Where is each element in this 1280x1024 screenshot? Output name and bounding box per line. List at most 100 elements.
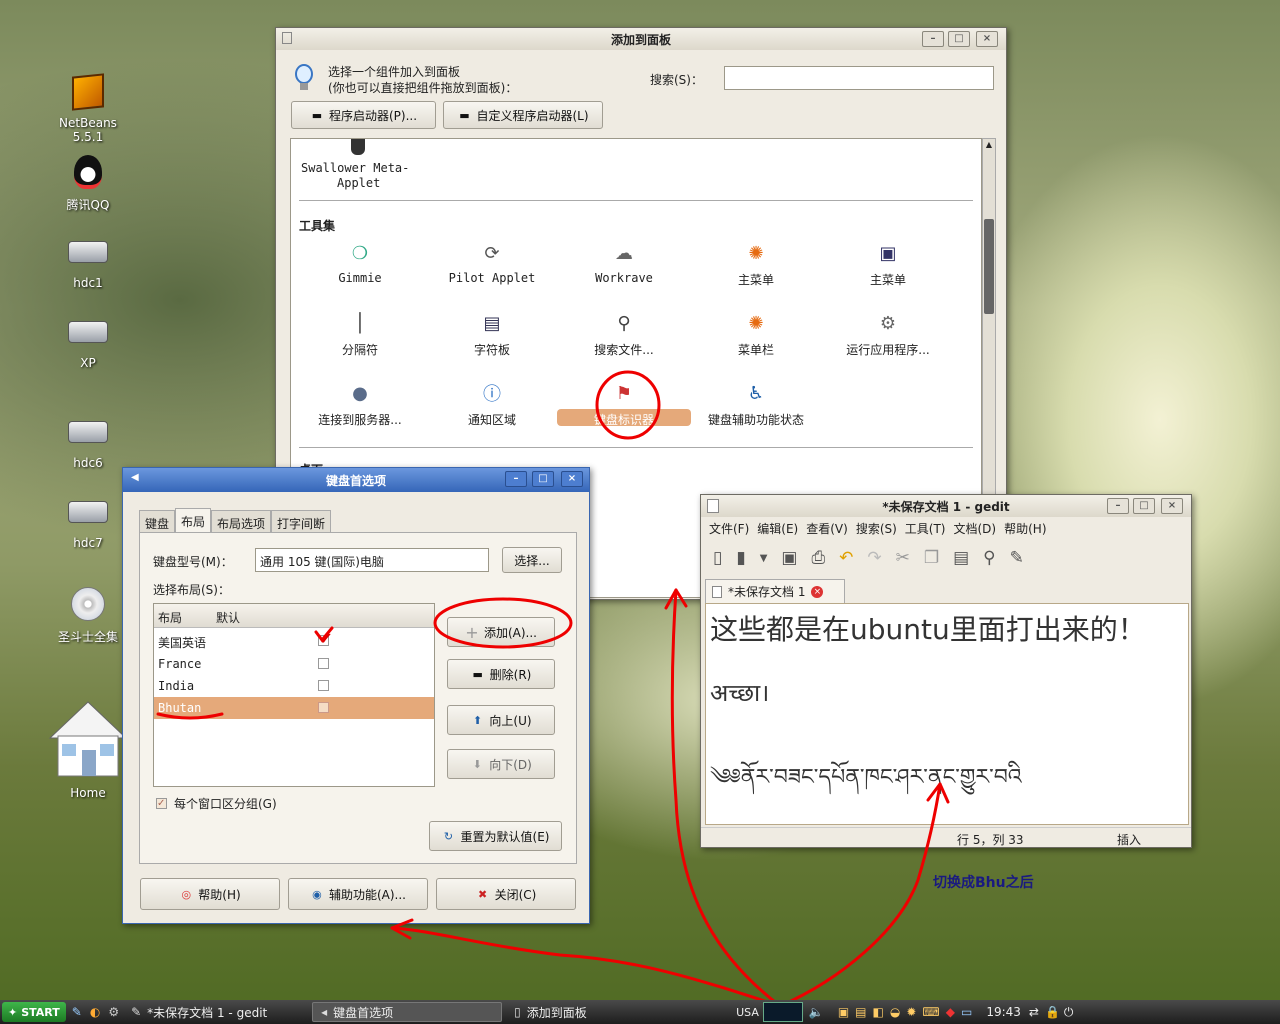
volume-icon[interactable]: 🔈 [809,1005,824,1019]
tool-separator[interactable]: │ 分隔符 [295,309,425,358]
tab-layout[interactable]: 布局 [175,508,212,532]
launcher-editor-icon[interactable]: ✎ [72,1005,82,1019]
replace-icon[interactable]: ✎ [1010,548,1024,568]
tool-workrave[interactable]: ☁ Workrave [559,239,689,286]
tool-notification-area[interactable]: ⓘ 通知区域 [427,379,557,428]
desktop-icon-netbeans[interactable]: NetBeans 5.5.1 [43,72,133,144]
tool-charpick[interactable]: ▤ 字符板 [427,309,557,358]
col-default-header[interactable]: 默认 [216,609,240,626]
document-tab[interactable]: *未保存文档 1 × [705,579,845,603]
tab-keyboard[interactable]: 键盘 [139,510,176,532]
model-field[interactable]: 通用 105 键(国际)电脑 [255,548,489,572]
close-tab-icon[interactable]: × [811,585,824,598]
menu-file[interactable]: 文件(F) [707,517,755,539]
table-row[interactable]: 美国英语 ✔ [154,630,434,652]
tool-main-menu[interactable]: ✺ 主菜单 [691,239,821,288]
default-checkbox[interactable] [318,658,329,669]
swallower-label-1[interactable]: Swallower Meta- [301,161,409,175]
redo-icon[interactable]: ↷ [867,548,881,568]
open-document-icon[interactable]: ▮ [736,548,745,568]
close-button[interactable]: × [561,471,583,487]
tray-folder-icon[interactable]: ▤ [855,1005,866,1019]
desktop-icon-hdc1[interactable]: hdc1 [43,232,133,290]
scroll-up-icon[interactable]: ▲ [984,140,994,152]
app-launcher-button[interactable]: ▬ 程序启动器(P)... [291,101,436,129]
maximize-button[interactable]: □ [948,31,970,47]
add-layout-button[interactable]: + 添加(A)... [447,617,555,647]
tool-run-app[interactable]: ⚙ 运行应用程序... [823,309,953,358]
start-button[interactable]: ✦ START [2,1002,66,1022]
paste-icon[interactable]: ▤ [953,548,969,568]
tray-computer-icon[interactable]: ▭ [961,1005,972,1019]
close-button[interactable]: × [976,31,998,47]
layouts-table[interactable]: 布局 默认 美国英语 ✔ France India Bhutan [153,603,435,787]
text-editor[interactable]: 这些都是在ubuntu里面打出来的！ अच्छा। ༄༅ནོར་བཟང་དཔོན… [705,603,1189,825]
menu-view[interactable]: 查看(V) [804,517,854,539]
tab-typing-break[interactable]: 打字间断 [271,510,332,532]
cut-icon[interactable]: ✂ [896,548,910,568]
task-keyboard-prefs[interactable]: ◂ 键盘首选项 [312,1002,503,1022]
menu-search[interactable]: 搜索(S) [854,517,903,539]
window-menu-icon[interactable] [282,32,292,44]
table-row-selected[interactable]: Bhutan [154,697,434,719]
find-icon[interactable]: ⚲ [983,548,995,568]
tool-main-menu-2[interactable]: ▣ 主菜单 [823,239,953,288]
keyboard-prefs-titlebar[interactable]: ◀ 键盘首选项 – □ × [123,468,589,492]
shutdown-icon[interactable]: ⏻ [1064,1005,1074,1020]
launcher-settings-icon[interactable]: ⚙ [108,1005,119,1019]
tool-keyboard-accessibility[interactable]: ♿ 键盘辅助功能状态 [691,379,821,428]
task-gedit[interactable]: ✎ *未保存文档 1 - gedit [123,1002,308,1022]
move-up-button[interactable]: ⬆ 向上(U) [447,705,555,735]
col-layout-header[interactable]: 布局 [158,609,182,626]
tool-menubar[interactable]: ✺ 菜单栏 [691,309,821,358]
applet-list-scrollbar[interactable]: ▲ [982,138,996,508]
undo-icon[interactable]: ↶ [839,548,853,568]
new-document-icon[interactable]: ▯ [713,548,722,568]
tray-star-icon[interactable]: ✹ [906,1005,916,1019]
desktop-icon-xp[interactable]: XP [43,312,133,370]
save-icon[interactable]: ▣ [781,548,797,568]
tray-ruby-icon[interactable]: ◆ [946,1005,955,1019]
copy-icon[interactable]: ❐ [924,548,939,568]
menu-help[interactable]: 帮助(H) [1002,517,1052,539]
tray-keyboard-icon[interactable]: ⌨ [922,1005,939,1019]
desktop-icon-hdc7[interactable]: hdc7 [43,492,133,550]
close-button[interactable]: × [1161,498,1183,514]
tray-app-icon[interactable]: ▣ [838,1005,849,1019]
tray-network-icon[interactable]: ◧ [873,1005,884,1019]
menu-documents[interactable]: 文档(D) [952,517,1003,539]
tool-search-files[interactable]: ⚲ 搜索文件... [559,309,689,358]
custom-launcher-button[interactable]: ▬ 自定义程序启动器(L) [443,101,603,129]
tool-gimmie[interactable]: ❍ Gimmie [295,239,425,286]
system-monitor-graph[interactable] [762,1002,803,1022]
move-down-button[interactable]: ⬇ 向下(D) [447,749,555,779]
minimize-button[interactable]: – [505,471,527,487]
gedit-titlebar[interactable]: *未保存文档 1 - gedit – □ × [701,495,1191,517]
lock-icon[interactable]: 🔒 [1045,1005,1060,1019]
print-icon[interactable]: ⎙ [811,548,825,568]
remove-layout-button[interactable]: ▬ 删除(R) [447,659,555,689]
task-add-panel[interactable]: ▯ 添加到面板 [506,1002,696,1022]
clock[interactable]: 19:43 [986,1005,1021,1019]
help-button[interactable]: ◎ 帮助(H) [140,878,280,910]
scroll-thumb[interactable] [984,219,994,314]
swallower-label-2[interactable]: Applet [337,176,380,190]
tool-pilot-applet[interactable]: ⟳ Pilot Applet [427,239,557,286]
table-row[interactable]: France [154,653,434,675]
window-menu-icon[interactable]: ◀ [131,472,139,483]
launcher-browser-icon[interactable]: ◐ [90,1005,100,1019]
tool-keyboard-indicator[interactable]: ⚑ 键盘标识器 [557,379,691,428]
desktop-icon-dvd[interactable]: 圣斗士全集 [43,584,133,645]
minimize-button[interactable]: – [922,31,944,47]
menu-tools[interactable]: 工具(T) [903,517,952,539]
tool-connect-server[interactable]: ● 连接到服务器... [295,379,425,428]
select-model-button[interactable]: 选择... [502,547,562,573]
reset-defaults-button[interactable]: ↻ 重置为默认值(E) [429,821,562,851]
maximize-button[interactable]: □ [532,471,554,487]
default-checkbox[interactable] [318,680,329,691]
group-per-window-label[interactable]: 每个窗口区分组(G) [174,795,277,812]
default-checkbox[interactable]: ✔ [318,631,332,647]
table-row[interactable]: India [154,675,434,697]
keyboard-layout-indicator[interactable]: USA [736,1006,759,1019]
desktop-icon-hdc6[interactable]: hdc6 [43,412,133,470]
